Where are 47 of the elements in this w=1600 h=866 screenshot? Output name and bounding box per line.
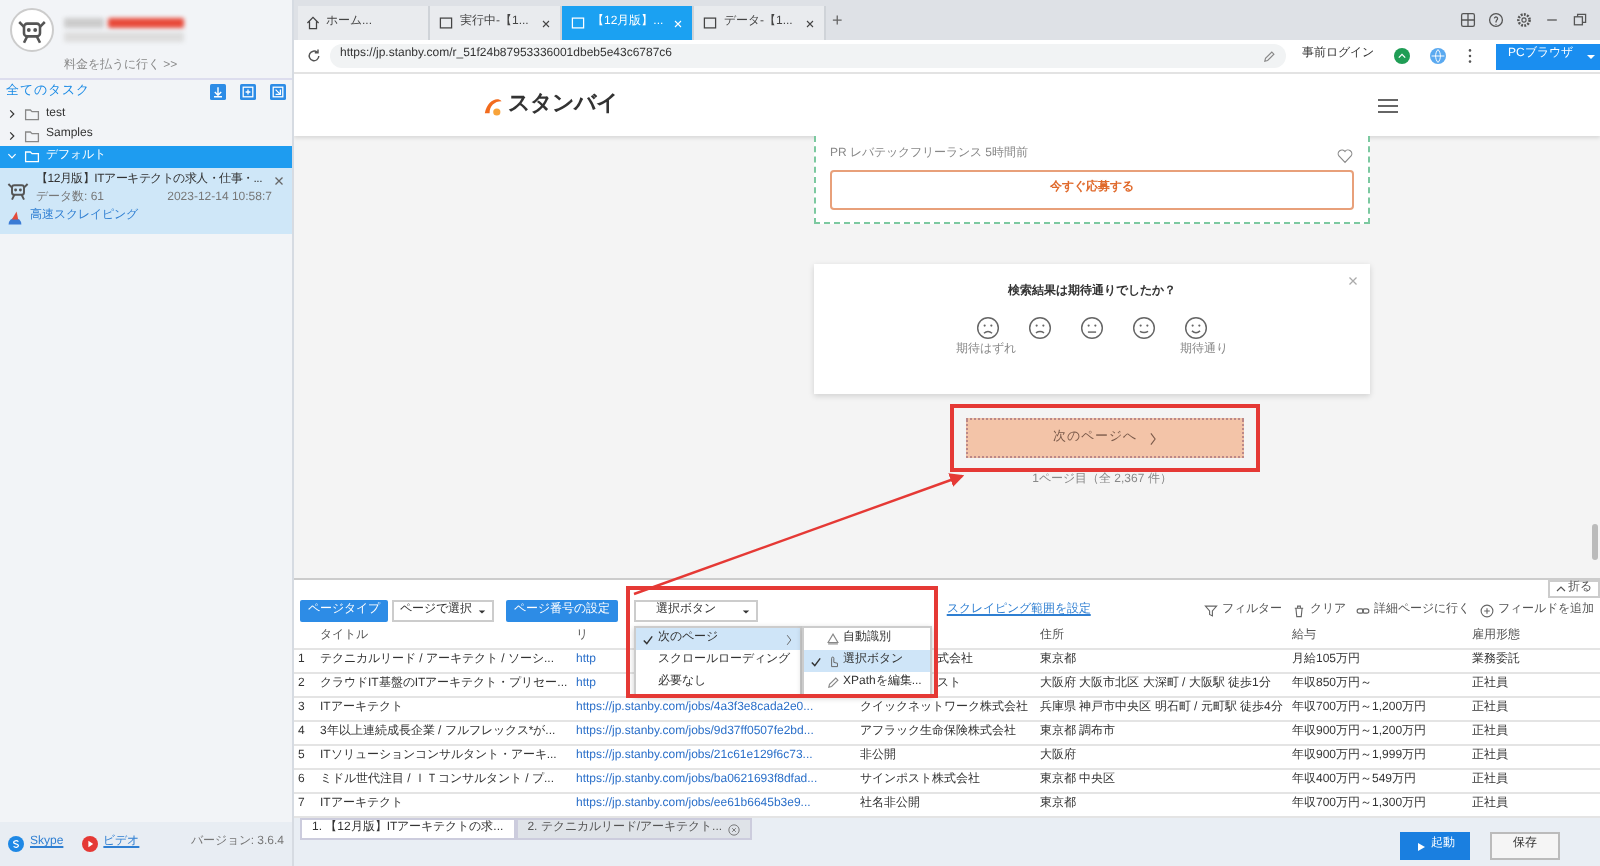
grid-icon[interactable] bbox=[1460, 12, 1476, 28]
edit-icon bbox=[825, 676, 839, 690]
pointer-icon bbox=[825, 654, 839, 668]
page-icon bbox=[570, 16, 586, 30]
link-icon bbox=[1356, 604, 1370, 618]
add-icon[interactable] bbox=[240, 84, 256, 100]
check-icon bbox=[809, 655, 821, 667]
play-icon bbox=[1415, 841, 1425, 851]
help-icon[interactable] bbox=[1488, 12, 1504, 28]
speed-icon bbox=[6, 209, 24, 226]
logo-text: スタンバイ bbox=[508, 91, 618, 119]
page-icon bbox=[438, 16, 454, 30]
scrollbar[interactable] bbox=[1592, 524, 1598, 560]
video-icon bbox=[81, 836, 98, 852]
edit-icon[interactable] bbox=[1262, 49, 1276, 63]
caret-icon bbox=[1586, 51, 1596, 61]
filter-icon bbox=[1204, 604, 1218, 618]
download-icon[interactable] bbox=[210, 84, 226, 100]
heart-icon[interactable] bbox=[1336, 148, 1354, 164]
page-icon bbox=[702, 16, 718, 30]
face-icon[interactable] bbox=[976, 316, 1000, 341]
close-icon[interactable] bbox=[272, 173, 286, 187]
logo-icon bbox=[480, 93, 504, 117]
chevron-icon bbox=[1147, 431, 1157, 445]
new-tab-button[interactable]: + bbox=[832, 9, 843, 31]
menu-icon[interactable] bbox=[1378, 97, 1398, 113]
face-icon[interactable] bbox=[1028, 316, 1052, 341]
trash-icon bbox=[1292, 604, 1306, 618]
collapse-icon bbox=[6, 150, 18, 163]
caret-icon bbox=[478, 607, 486, 615]
face-icon[interactable] bbox=[1184, 316, 1208, 341]
import-icon[interactable] bbox=[270, 84, 286, 100]
triangle-icon bbox=[825, 632, 839, 646]
more-icon[interactable] bbox=[1466, 48, 1474, 64]
skype-icon bbox=[8, 836, 24, 852]
face-icon[interactable] bbox=[1080, 316, 1104, 341]
settings-icon[interactable] bbox=[1516, 12, 1532, 28]
face-icon[interactable] bbox=[1132, 316, 1156, 341]
reload-icon[interactable] bbox=[306, 48, 322, 64]
add-icon bbox=[1480, 604, 1494, 618]
restore-icon[interactable] bbox=[1572, 12, 1588, 28]
home-icon bbox=[306, 16, 320, 30]
close-icon[interactable] bbox=[540, 17, 552, 29]
caret-icon bbox=[742, 607, 750, 615]
caret-icon bbox=[1556, 584, 1566, 594]
check-icon bbox=[642, 633, 654, 645]
close-icon[interactable] bbox=[804, 17, 816, 29]
